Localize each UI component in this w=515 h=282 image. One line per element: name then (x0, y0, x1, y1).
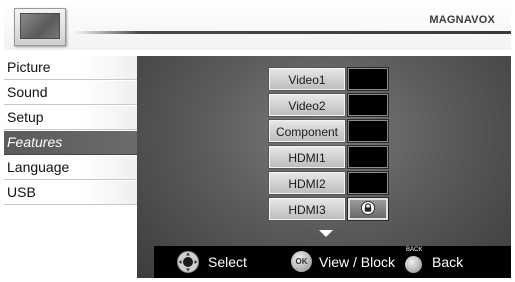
source-component-button[interactable]: Component (269, 120, 345, 142)
tv-icon-screen (20, 13, 60, 39)
back-hint-label: Back (432, 254, 464, 270)
menu-item-setup[interactable]: Setup (4, 106, 137, 130)
menu-item-features[interactable]: Features (4, 131, 137, 155)
block-toggle-component[interactable] (348, 120, 388, 142)
source-hdmi3-button[interactable]: HDMI3 (269, 198, 345, 220)
tv-icon (14, 8, 66, 46)
footer-help-bar: Select OK View / Block BACK Back (154, 246, 511, 278)
main-menu: Picture Sound Setup Features Language US… (4, 56, 137, 278)
menu-item-usb[interactable]: USB (4, 181, 137, 205)
back-button-icon (405, 256, 422, 273)
block-toggle-hdmi3[interactable] (348, 198, 388, 220)
dpad-icon (177, 251, 199, 273)
source-video2-button[interactable]: Video2 (269, 94, 345, 116)
menu-item-picture[interactable]: Picture (4, 56, 137, 80)
back-button-tag: BACK (406, 247, 423, 253)
view-block-hint-label: View / Block (319, 254, 395, 270)
header-divider (74, 31, 511, 34)
content-panel: Video1 Video2 Component HDMI1 HDMI2 HDMI… (137, 56, 511, 278)
block-toggle-video1[interactable] (348, 68, 388, 90)
lock-icon (361, 201, 375, 215)
tv-menu-screen: MAGNAVOX Picture Sound Setup Features La… (4, 4, 511, 278)
brand-logo: MAGNAVOX (429, 14, 495, 26)
block-toggle-hdmi2[interactable] (348, 172, 388, 194)
block-toggle-video2[interactable] (348, 94, 388, 116)
ok-button-icon: OK (291, 251, 312, 272)
block-toggle-hdmi1[interactable] (348, 146, 388, 168)
source-hdmi2-button[interactable]: HDMI2 (269, 172, 345, 194)
menu-item-sound[interactable]: Sound (4, 81, 137, 105)
menu-item-language[interactable]: Language (4, 156, 137, 180)
chevron-down-icon[interactable] (319, 230, 333, 237)
source-hdmi1-button[interactable]: HDMI1 (269, 146, 345, 168)
header-bar: MAGNAVOX (4, 4, 511, 50)
select-hint-label: Select (208, 254, 247, 270)
source-video1-button[interactable]: Video1 (269, 68, 345, 90)
